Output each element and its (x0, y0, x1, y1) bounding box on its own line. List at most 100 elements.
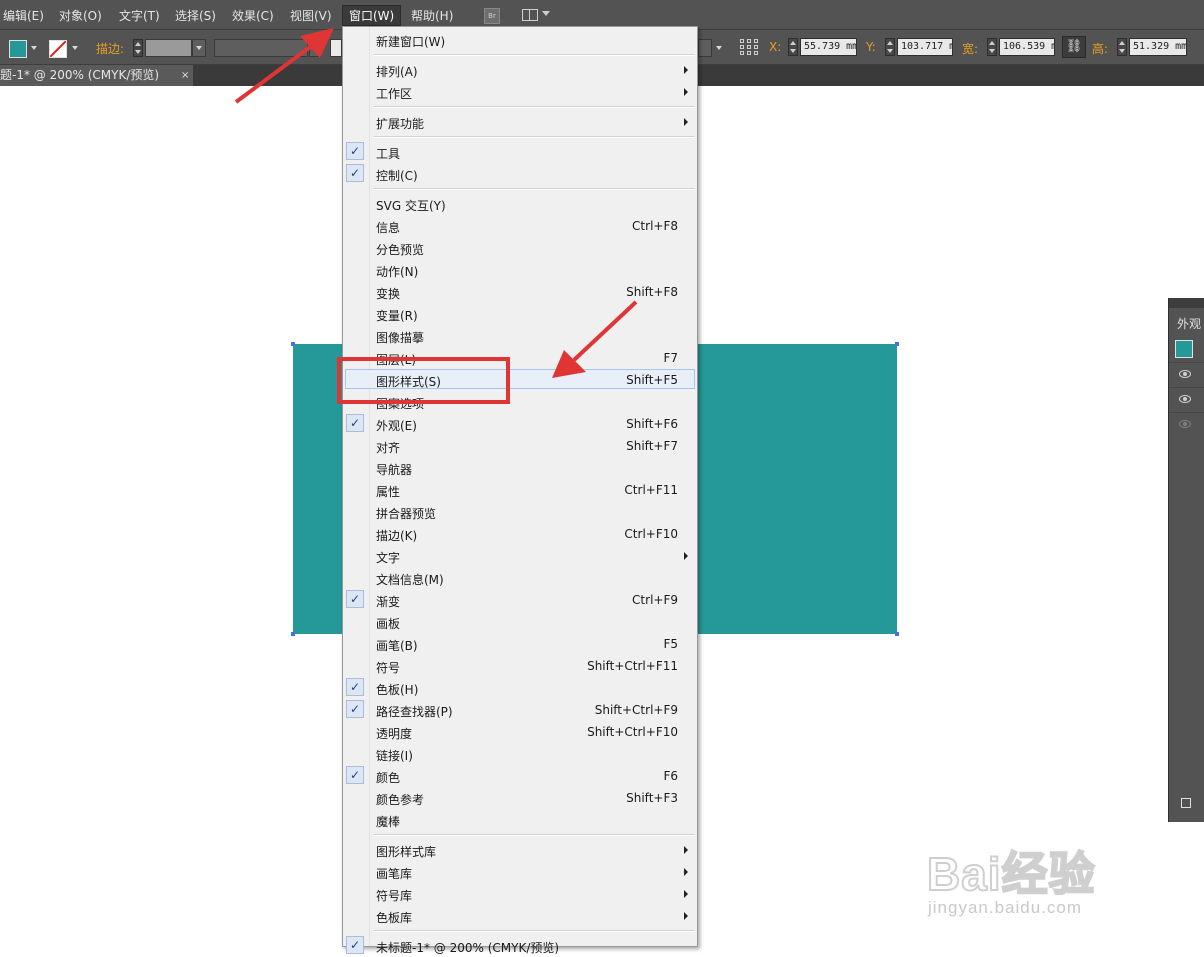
menu-item-8[interactable]: ✓ 控制(C) (343, 163, 697, 185)
menu-item-42[interactable]: 符号库 (343, 883, 697, 905)
height-field[interactable]: 51.329 mm (1129, 38, 1187, 56)
menu-select[interactable]: 选择(S) (175, 7, 216, 24)
menu-item-label: 透明度 (376, 727, 413, 741)
profile-dropdown[interactable] (309, 39, 321, 57)
menu-item-5[interactable]: 扩展功能 (343, 111, 697, 133)
menu-item-33[interactable]: ✓ 路径查找器(P) Shift+Ctrl+F9 (343, 699, 697, 721)
add-new-stroke-icon[interactable] (1181, 798, 1191, 808)
menu-item-11[interactable]: 信息 Ctrl+F8 (343, 215, 697, 237)
y-field[interactable]: 103.717 mm (897, 38, 953, 56)
selection-handle[interactable] (291, 632, 295, 636)
menu-separator (373, 136, 695, 138)
menu-item-20[interactable]: ✓ 外观(E) Shift+F6 (343, 413, 697, 435)
height-stepper[interactable] (1117, 38, 1127, 56)
width-field[interactable]: 106.539 mm (999, 38, 1055, 56)
menu-item-26[interactable]: 文字 (343, 545, 697, 567)
x-stepper[interactable] (788, 38, 798, 56)
menu-item-label: 文字 (376, 551, 401, 565)
menu-item-36[interactable]: ✓ 颜色 F6 (343, 765, 697, 787)
menu-item-27[interactable]: 文档信息(M) (343, 567, 697, 589)
panel-header[interactable] (1169, 298, 1204, 308)
transform-reference-icon[interactable] (698, 39, 712, 57)
variable-width-profile[interactable] (214, 39, 308, 57)
chevron-down-icon (196, 46, 202, 50)
stroke-dropdown-icon[interactable] (72, 46, 78, 50)
menu-item-30[interactable]: 画笔(B) F5 (343, 633, 697, 655)
menu-window[interactable]: 窗口(W) (342, 5, 402, 26)
menu-item-2[interactable]: 排列(A) (343, 59, 697, 81)
menu-object[interactable]: 对象(O) (59, 7, 102, 24)
menu-separator (373, 188, 695, 190)
menu-item-31[interactable]: 符号 Shift+Ctrl+F11 (343, 655, 697, 677)
menu-item-25[interactable]: 描边(K) Ctrl+F10 (343, 523, 697, 545)
stroke-weight-field[interactable] (145, 39, 192, 57)
menu-item-40[interactable]: 图形样式库 (343, 839, 697, 861)
menu-item-15[interactable]: 变量(R) (343, 303, 697, 325)
menu-item-28[interactable]: ✓ 渐变 Ctrl+F9 (343, 589, 697, 611)
document-tab[interactable]: 标题-1* @ 200% (CMYK/预览) × (0, 65, 193, 86)
menu-item-10[interactable]: SVG 交互(Y) (343, 193, 697, 215)
menu-item-shortcut: Shift+Ctrl+F9 (594, 703, 678, 717)
menu-type[interactable]: 文字(T) (119, 7, 160, 24)
selection-handle[interactable] (895, 342, 899, 346)
menu-item-41[interactable]: 画笔库 (343, 861, 697, 883)
stroke-weight-stepper[interactable] (133, 39, 143, 57)
x-field[interactable]: 55.739 mm (800, 38, 857, 56)
menu-item-34[interactable]: 透明度 Shift+Ctrl+F10 (343, 721, 697, 743)
menu-item-29[interactable]: 画板 (343, 611, 697, 633)
constrain-proportions-link-icon[interactable]: ⛓ (1062, 36, 1086, 58)
menu-item-label: 信息 (376, 221, 401, 235)
reference-point-icon[interactable] (740, 39, 760, 57)
width-stepper[interactable] (987, 38, 997, 56)
brush-definition[interactable] (330, 39, 342, 57)
eye-icon[interactable] (1179, 395, 1191, 403)
selection-handle[interactable] (895, 632, 899, 636)
menu-effect[interactable]: 效果(C) (232, 7, 274, 24)
appearance-row[interactable] (1169, 412, 1204, 437)
close-icon[interactable]: × (181, 65, 189, 86)
menu-item-12[interactable]: 分色预览 (343, 237, 697, 259)
menu-item-22[interactable]: 导航器 (343, 457, 697, 479)
menu-item-16[interactable]: 图像描摹 (343, 325, 697, 347)
checkmark-icon: ✓ (346, 766, 364, 784)
menu-item-24[interactable]: 拼合器预览 (343, 501, 697, 523)
stroke-swatch[interactable] (49, 40, 67, 58)
menu-item-3[interactable]: 工作区 (343, 81, 697, 103)
eye-icon[interactable] (1179, 370, 1191, 378)
menu-item-21[interactable]: 对齐 Shift+F7 (343, 435, 697, 457)
stroke-weight-dropdown[interactable] (192, 39, 206, 57)
menu-item-13[interactable]: 动作(N) (343, 259, 697, 281)
checkmark-icon: ✓ (346, 936, 364, 954)
appearance-row[interactable] (1169, 387, 1204, 412)
fill-dropdown-icon[interactable] (31, 46, 37, 50)
menu-item-0[interactable]: 新建窗口(W) (343, 29, 697, 51)
menu-item-7[interactable]: ✓ 工具 (343, 141, 697, 163)
menu-item-label: 扩展功能 (376, 117, 425, 131)
fill-swatch[interactable] (9, 40, 27, 58)
selection-handle[interactable] (291, 342, 295, 346)
menu-item-label: 画笔库 (376, 867, 413, 881)
menu-item-43[interactable]: 色板库 (343, 905, 697, 927)
menu-view[interactable]: 视图(V) (290, 7, 332, 24)
chevron-down-icon[interactable] (542, 11, 550, 16)
menu-item-32[interactable]: ✓ 色板(H) (343, 677, 697, 699)
arrange-documents-icon[interactable] (522, 9, 538, 21)
menu-item-35[interactable]: 链接(I) (343, 743, 697, 765)
eye-icon[interactable] (1179, 420, 1191, 428)
menu-item-38[interactable]: 魔棒 (343, 809, 697, 831)
bridge-button[interactable]: Br (484, 8, 500, 24)
menu-item-label: 导航器 (376, 463, 413, 477)
appearance-row[interactable] (1169, 362, 1204, 387)
submenu-arrow-icon (684, 912, 688, 920)
menu-item-23[interactable]: 属性 Ctrl+F11 (343, 479, 697, 501)
menu-item-14[interactable]: 变换 Shift+F8 (343, 281, 697, 303)
menu-item-37[interactable]: 颜色参考 Shift+F3 (343, 787, 697, 809)
menu-edit[interactable]: 编辑(E) (3, 7, 44, 24)
menu-item-45[interactable]: ✓ 未标题-1* @ 200% (CMYK/预览) (343, 935, 697, 957)
chevron-down-icon[interactable] (716, 46, 722, 50)
menu-help[interactable]: 帮助(H) (411, 7, 453, 24)
appearance-swatch[interactable] (1175, 340, 1193, 358)
watermark-brand: Bai经验 (926, 847, 1096, 901)
y-stepper[interactable] (885, 38, 895, 56)
appearance-panel-title[interactable]: 外观 (1177, 315, 1201, 332)
